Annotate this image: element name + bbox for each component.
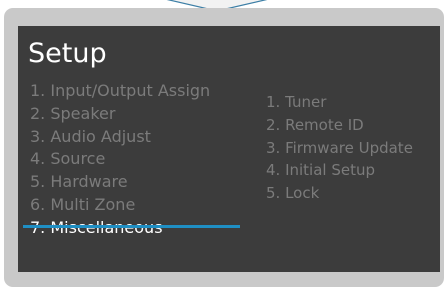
menu-item-source[interactable]: 4. Source — [30, 148, 210, 171]
setup-menu: 1. Input/Output Assign 2. Speaker 3. Aud… — [30, 80, 210, 240]
menu-item-input-output-assign[interactable]: 1. Input/Output Assign — [30, 80, 210, 103]
miscellaneous-submenu: 1. Tuner 2. Remote ID 3. Firmware Update… — [266, 91, 413, 205]
menu-item-audio-adjust[interactable]: 3. Audio Adjust — [30, 126, 210, 149]
page-title: Setup — [28, 38, 107, 69]
display-frame: Setup 1. Input/Output Assign 2. Speaker … — [4, 8, 444, 287]
submenu-item-tuner[interactable]: 1. Tuner — [266, 91, 413, 114]
menu-item-multi-zone[interactable]: 6. Multi Zone — [30, 194, 210, 217]
menu-item-hardware[interactable]: 5. Hardware — [30, 171, 210, 194]
submenu-item-lock[interactable]: 5. Lock — [266, 182, 413, 205]
submenu-item-firmware-update[interactable]: 3. Firmware Update — [266, 137, 413, 160]
menu-item-speaker[interactable]: 2. Speaker — [30, 103, 210, 126]
setup-screen: Setup 1. Input/Output Assign 2. Speaker … — [18, 26, 440, 272]
selection-highlight-bar — [23, 225, 240, 228]
submenu-item-remote-id[interactable]: 2. Remote ID — [266, 114, 413, 137]
submenu-item-initial-setup[interactable]: 4. Initial Setup — [266, 159, 413, 182]
menu-item-miscellaneous[interactable]: 7. Miscellaneous — [30, 217, 210, 240]
